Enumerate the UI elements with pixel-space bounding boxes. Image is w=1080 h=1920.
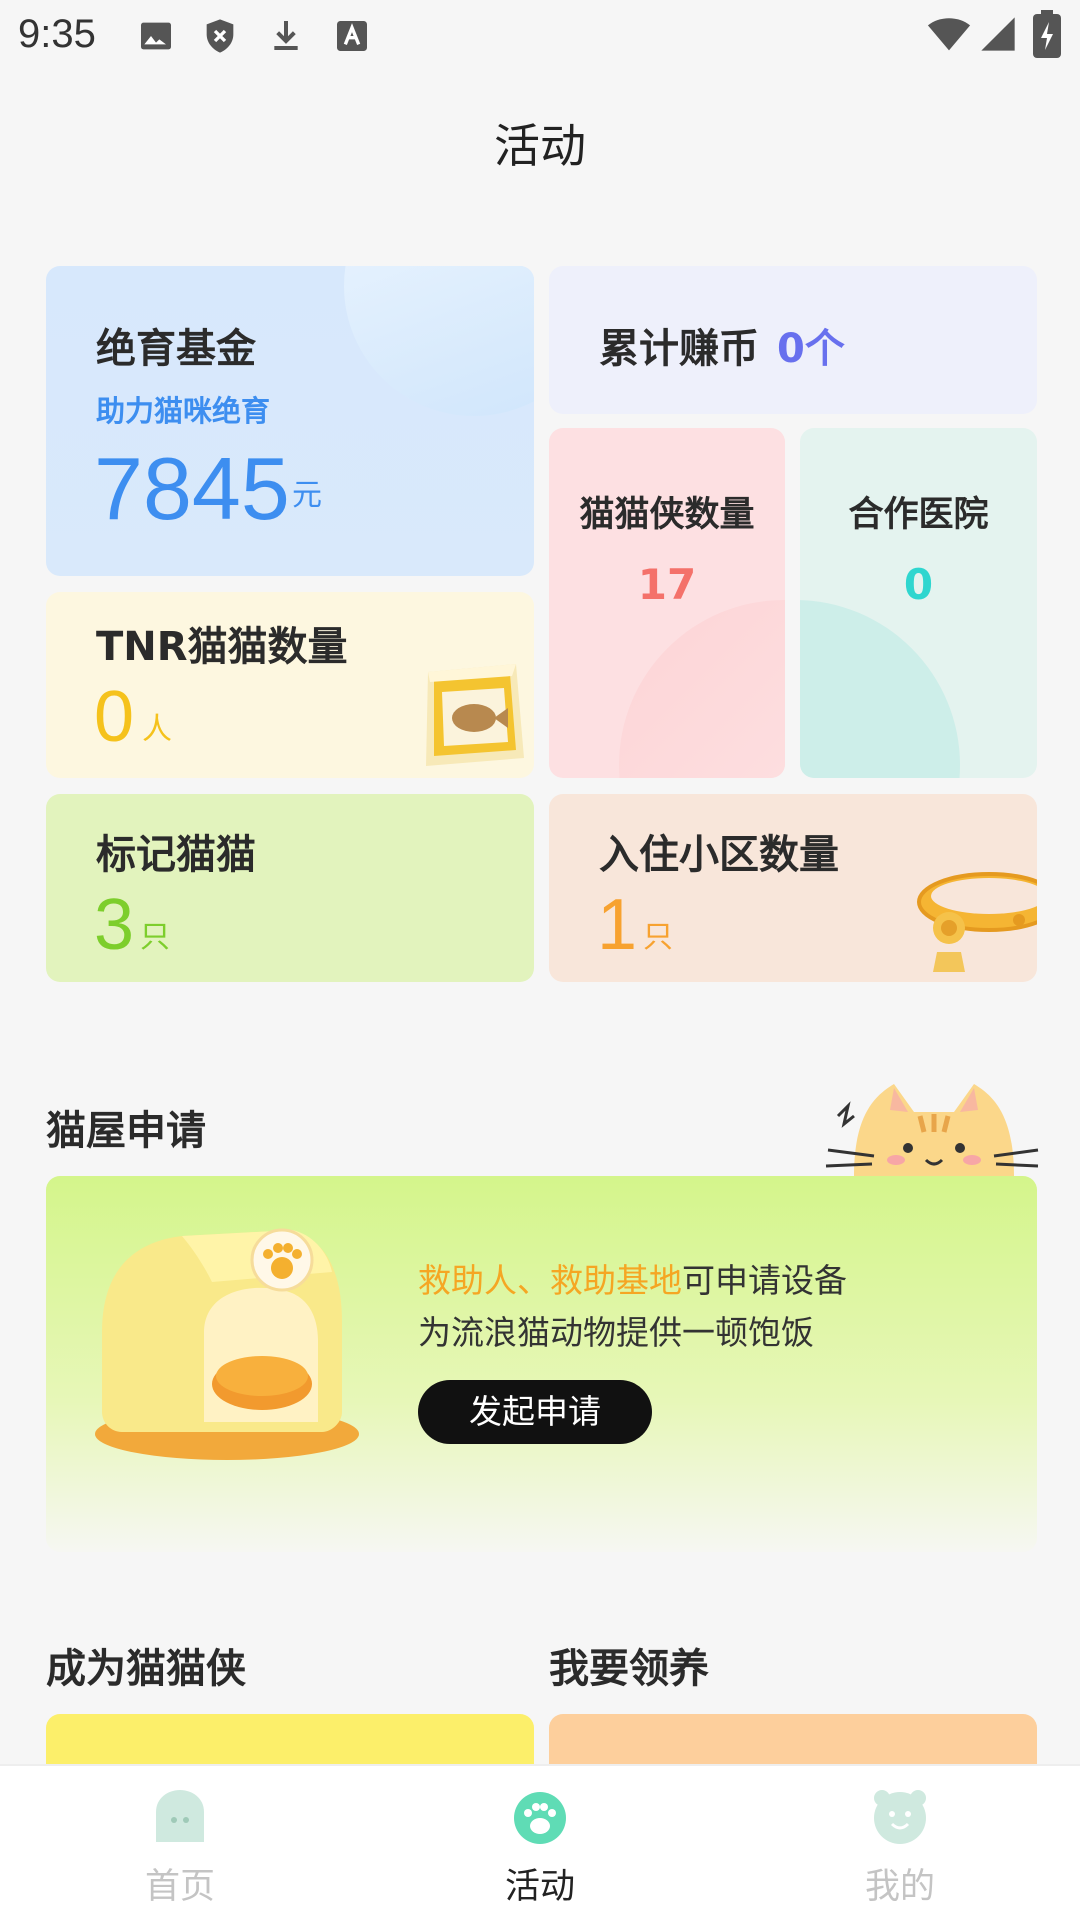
tab-mine[interactable]: 我的 [720,1766,1080,1920]
adopt-card[interactable] [549,1714,1037,1764]
bear-face-icon [870,1786,930,1846]
marked-label: 标记猫猫 [96,832,256,878]
community-label: 入住小区数量 [599,832,839,878]
fund-title: 绝育基金 [96,326,256,372]
cat-hero-count-card[interactable]: 猫猫侠数量 17 [549,428,785,778]
decorative-arc [800,600,960,778]
image-icon [136,16,176,56]
cat-house-section-title: 猫屋申请 [46,1108,206,1154]
sterilization-fund-card[interactable]: 绝育基金 助力猫咪绝育 7845 元 [46,266,534,576]
status-time: 9:35 [18,12,96,56]
signal-icon [978,14,1018,54]
cat-house-apply-card: 救助人、救助基地可申请设备 为流浪猫动物提供一顿饱饭 发起申请 [46,1176,1037,1552]
earned-coins-card[interactable]: 累计赚币 0个 [549,266,1037,414]
marked-cats-card[interactable]: 标记猫猫 3 只 [46,794,534,982]
cat-collar-icon [909,856,1037,980]
cat-face-icon [824,1076,1040,1184]
marked-value: 3 [94,885,135,965]
shield-icon [200,16,240,56]
cat-house-description-line1: 救助人、救助基地可申请设备 [418,1254,847,1302]
hospital-label: 合作医院 [848,495,989,535]
tab-home[interactable]: 首页 [0,1766,360,1920]
marked-unit: 只 [140,920,170,955]
battery-icon [1032,10,1062,58]
community-count-card[interactable]: 入住小区数量 1 只 [549,794,1037,982]
highlight-text: 救助人、救助基地 [418,1261,682,1300]
tab-mine-label: 我的 [864,1867,935,1907]
tab-activity[interactable]: 活动 [360,1766,720,1920]
fund-amount: 7845 [94,439,290,538]
adopt-section-title: 我要领养 [549,1646,709,1692]
community-value: 1 [597,885,638,965]
decorative-bubble [344,266,534,416]
community-unit: 只 [643,920,673,955]
status-bar: 9:35 [0,0,1080,72]
cat-food-bag-icon [408,658,528,774]
fund-subtitle: 助力猫咪绝育 [96,394,271,428]
description-text: 可申请设备 [682,1261,847,1300]
tab-activity-label: 活动 [504,1867,575,1907]
hero-count-label: 猫猫侠数量 [579,495,755,535]
cat-house-icon [92,1212,362,1466]
home-icon [150,1786,210,1846]
coins-value: 0个 [777,326,845,372]
fund-unit: 元 [292,478,322,513]
paw-icon [510,1786,570,1846]
become-hero-card[interactable] [46,1714,534,1764]
download-icon [266,16,306,56]
hero-count-value: 17 [637,560,697,609]
tnr-unit: 人 [142,712,172,747]
coins-label: 累计赚币 [599,326,759,372]
font-icon [332,16,372,56]
tnr-label: TNR猫猫数量 [96,624,348,670]
bottom-tab-bar: 首页 活动 我的 [0,1764,1080,1920]
cat-house-description-line2: 为流浪猫动物提供一顿饱饭 [418,1313,814,1352]
page-title: 活动 [494,119,586,173]
partner-hospital-card[interactable]: 合作医院 0 [800,428,1037,778]
apply-button[interactable]: 发起申请 [418,1380,652,1444]
wifi-icon [926,12,972,58]
tnr-value: 0 [94,677,135,757]
tab-home-label: 首页 [144,1867,215,1907]
become-hero-section-title: 成为猫猫侠 [46,1646,246,1692]
hospital-value: 0 [903,560,934,609]
decorative-arc [619,600,785,778]
tnr-count-card[interactable]: TNR猫猫数量 0 人 [46,592,534,778]
